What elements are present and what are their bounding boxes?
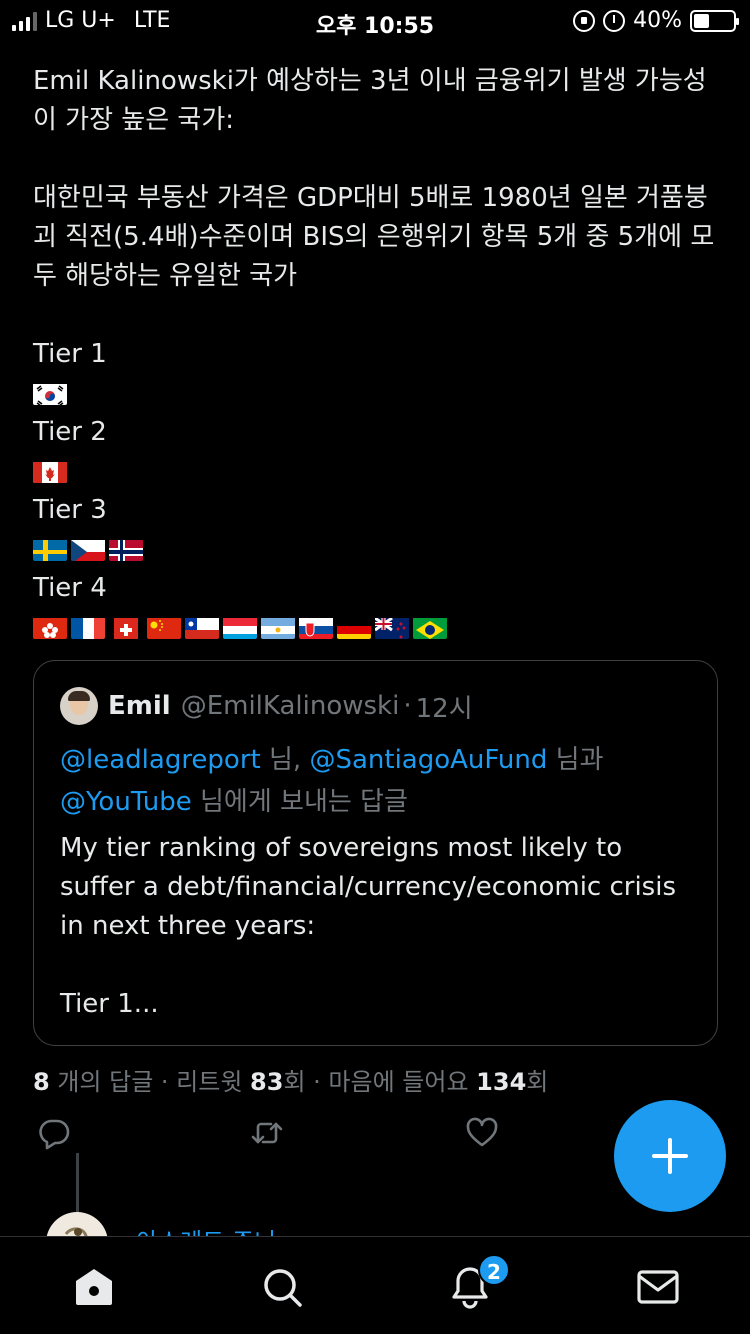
quote-body-tail: Tier 1...	[60, 989, 159, 1019]
czech-flag-icon	[71, 537, 105, 561]
china-flag-icon	[147, 615, 181, 639]
reply-count[interactable]: 8	[33, 1068, 50, 1096]
hong-kong-flag-icon	[33, 615, 67, 639]
search-icon[interactable]	[258, 1263, 306, 1311]
battery-level	[694, 13, 710, 28]
quote-author-name[interactable]: Emil	[108, 691, 171, 721]
battery-percent: 40%	[633, 8, 682, 33]
quote-reply-context: @leadlagreport 님, @SantiagoAuFund 님과 @Yo…	[60, 739, 700, 823]
tweet-paragraph-2: 대한민국 부동산 가격은 GDP대비 5배로 1980년 일본 거품붕괴 직전(…	[33, 183, 715, 291]
reply-context-text-1: 님,	[260, 745, 310, 775]
compose-button[interactable]	[614, 1100, 726, 1212]
brazil-flag-icon	[413, 615, 447, 639]
like-count-label: 회	[526, 1068, 549, 1096]
argentina-flag-icon	[261, 615, 295, 639]
switzerland-flag-icon	[109, 615, 143, 639]
orientation-lock-icon	[573, 9, 596, 32]
plus-icon	[652, 1138, 688, 1174]
quote-avatar[interactable]	[60, 687, 98, 725]
tweet-stats: 8 개의 답글 · 리트윗 83회 · 마음에 들어요 134회	[33, 1062, 548, 1097]
reply-context-text-3: 님에게 보내는 답글	[191, 787, 408, 817]
tier-3-label: Tier 3	[33, 495, 107, 525]
reply-icon[interactable]	[37, 1116, 71, 1150]
battery-icon	[690, 9, 739, 32]
reply-context-text-2: 님과	[547, 745, 604, 775]
retweet-icon[interactable]	[250, 1116, 284, 1150]
bottom-tab-bar	[0, 1236, 750, 1334]
quote-body: My tier ranking of sovereigns most likel…	[60, 829, 700, 1024]
norway-flag-icon	[109, 537, 143, 561]
reply-count-label: 개의 답글 · 리트윗	[49, 1068, 251, 1096]
chile-flag-icon	[185, 615, 219, 639]
tier-4-label: Tier 4	[33, 573, 107, 603]
quote-body-text: My tier ranking of sovereigns most likel…	[60, 833, 677, 941]
tier-2-flags	[33, 451, 723, 491]
alarm-icon	[603, 9, 626, 32]
germany-flag-icon	[337, 615, 371, 639]
slovakia-flag-icon	[299, 615, 333, 639]
quote-separator: ·	[403, 691, 412, 721]
korea-flag-icon	[33, 381, 67, 405]
tier-1-label: Tier 1	[33, 339, 107, 369]
mention-youtube[interactable]: @YouTube	[60, 787, 192, 817]
quote-author-handle[interactable]: @EmilKalinowski	[181, 691, 400, 721]
mail-icon[interactable]	[634, 1263, 682, 1311]
quote-timestamp: 12시	[415, 693, 473, 724]
quote-header: Emil @EmilKalinowski · 12시	[60, 687, 473, 725]
tier-1-flags	[33, 373, 723, 413]
tweet-paragraph-1: Emil Kalinowski가 예상하는 3년 이내 금융위기 발생 가능성이…	[33, 66, 707, 135]
status-right: 40%	[573, 8, 739, 33]
canada-flag-icon	[33, 459, 67, 483]
new-zealand-flag-icon	[375, 615, 409, 639]
mention-santiagoaufund[interactable]: @SantiagoAuFund	[309, 745, 547, 775]
heart-icon[interactable]	[465, 1116, 499, 1150]
tier-3-flags	[33, 529, 723, 569]
retweet-count-label: 회 · 마음에 들어요	[283, 1068, 477, 1096]
sweden-flag-icon	[33, 537, 67, 561]
retweet-count[interactable]: 83	[250, 1068, 283, 1096]
like-count[interactable]: 134	[476, 1068, 526, 1096]
tweet-text: Emil Kalinowski가 예상하는 3년 이내 금융위기 발생 가능성이…	[33, 62, 723, 647]
luxembourg-flag-icon	[223, 615, 257, 639]
tier-4-flags	[33, 607, 723, 647]
tier-2-label: Tier 2	[33, 417, 107, 447]
quote-tweet-card[interactable]: Emil @EmilKalinowski · 12시 @leadlagrepor…	[33, 660, 718, 1046]
notifications-badge: 2	[478, 1254, 510, 1286]
status-bar: LG U+ LTE 오후 10:55 40%	[0, 0, 750, 40]
france-flag-icon	[71, 615, 105, 639]
mention-leadlagreport[interactable]: @leadlagreport	[60, 745, 261, 775]
home-icon[interactable]	[70, 1263, 118, 1311]
reply-author-name[interactable]: 아스레드 주니	[136, 1222, 336, 1236]
